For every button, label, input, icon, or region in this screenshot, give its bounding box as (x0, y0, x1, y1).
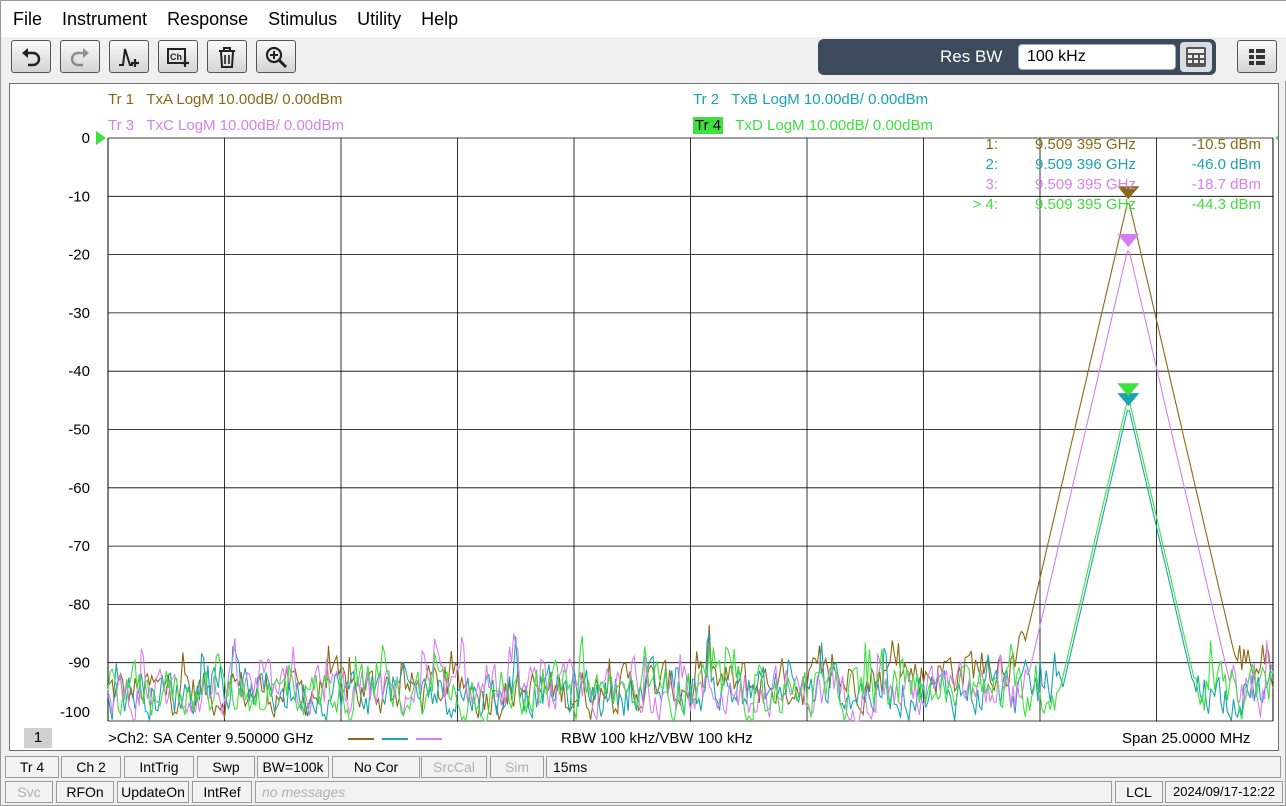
menu-file[interactable]: File (3, 1, 52, 37)
y-tick-label: -90 (68, 655, 90, 672)
zoom-button[interactable] (256, 40, 296, 73)
marker-readout-value: -10.5 dBm (1192, 136, 1261, 153)
trace-color-legend (346, 732, 446, 749)
menu-bar: File Instrument Response Stimulus Utilit… (1, 1, 1286, 37)
marker-readout-value: -18.7 dBm (1192, 176, 1261, 193)
svg-text:Ch: Ch (170, 52, 182, 62)
menu-utility[interactable]: Utility (347, 1, 411, 37)
delete-button[interactable] (207, 40, 247, 73)
add-channel-button[interactable]: Ch (158, 40, 198, 73)
redo-icon (70, 47, 89, 66)
add-channel-icon: Ch (167, 47, 189, 67)
y-tick-label: -30 (68, 305, 90, 322)
y-tick-label: -100 (60, 704, 90, 721)
menu-response[interactable]: Response (157, 1, 258, 37)
spectrum-plot[interactable]: 0 -10 -20 -30 -40 -50 -60 -70 -80 -90 -100 1: 9.509 … (10, 84, 1278, 728)
status-lcl: LCL (1115, 781, 1163, 803)
menu-help[interactable]: Help (411, 1, 468, 37)
y-tick-label: -50 (68, 422, 90, 439)
marker-readout-frequency: 9.509 395 GHz (1035, 176, 1136, 193)
y-tick-label: -70 (68, 538, 90, 555)
marker-readout-label: 2: (985, 156, 998, 173)
list-menu-icon (1249, 48, 1265, 65)
status-messages: no messages (255, 781, 1112, 803)
status-service: Svc (5, 781, 53, 803)
y-tick-label: 0 (82, 130, 90, 147)
status-correction[interactable]: No Cor (332, 756, 420, 778)
zoom-icon (265, 46, 288, 68)
status-active-trace[interactable]: Tr 4 (5, 756, 59, 778)
y-tick-label: -80 (68, 596, 90, 613)
marker-readout-label: 3: (985, 176, 998, 193)
res-bw-label: Res BW (940, 47, 1003, 66)
marker-readout-frequency: 9.509 395 GHz (1035, 196, 1136, 213)
menu-stimulus[interactable]: Stimulus (258, 1, 347, 37)
channel-center-info[interactable]: >Ch2: SA Center 9.50000 GHz (108, 730, 314, 747)
status-sweep[interactable]: Swp (197, 756, 255, 778)
calculator-button[interactable] (1180, 42, 1212, 72)
reference-level-right-icon (1275, 135, 1278, 141)
rbw-vbw-info[interactable]: RBW 100 kHz/VBW 100 kHz (561, 730, 753, 747)
y-tick-label: -60 (68, 480, 90, 497)
marker-triangle (1117, 234, 1140, 248)
res-bw-panel: Res BW (818, 39, 1216, 75)
status-datetime: 2024/09/17-12:22 (1165, 781, 1283, 803)
app-window: File Instrument Response Stimulus Utilit… (0, 0, 1286, 806)
status-int-ref[interactable]: IntRef (192, 781, 252, 803)
channel-number[interactable]: 1 (24, 728, 52, 748)
res-bw-input[interactable] (1018, 44, 1176, 70)
status-sweep-time: 15ms (546, 756, 1281, 778)
measurement-display[interactable]: Tr 1 TxA LogM 10.00dB/ 0.00dBm Tr 3 TxC … (9, 83, 1279, 751)
add-trace-icon (119, 48, 139, 67)
marker-readout-frequency: 9.509 396 GHz (1035, 156, 1136, 173)
y-tick-label: -10 (68, 188, 90, 205)
add-trace-button[interactable] (109, 40, 149, 73)
status-bar-bottom: Svc RFOn UpdateOn IntRef no messages LCL… (1, 780, 1286, 805)
y-tick-label: -20 (68, 247, 90, 264)
marker-readout-frequency: 9.509 395 GHz (1035, 136, 1136, 153)
marker-readout-value: -44.3 dBm (1192, 196, 1261, 213)
span-info[interactable]: Span 25.0000 MHz (1122, 730, 1250, 747)
undo-icon (22, 47, 41, 66)
marker-readout-label: > 4: (973, 196, 998, 213)
status-bandwidth[interactable]: BW=100k (257, 756, 329, 778)
status-update-on[interactable]: UpdateOn (117, 781, 189, 803)
marker-readout-label: 1: (985, 136, 998, 153)
status-rf-on[interactable]: RFOn (56, 781, 114, 803)
calculator-icon (1186, 47, 1206, 67)
marker-readout-value: -46.0 dBm (1192, 156, 1261, 173)
status-active-channel[interactable]: Ch 2 (61, 756, 121, 778)
channel-info-bar: 1 >Ch2: SA Center 9.50000 GHz RBW 100 kH… (10, 728, 1280, 752)
status-sim: Sim (490, 756, 544, 778)
toolbar: Ch Res BW (1, 37, 1286, 81)
redo-button[interactable] (60, 40, 100, 73)
softkey-menu-button[interactable] (1237, 40, 1277, 73)
status-bar-top: Tr 4 Ch 2 IntTrig Swp BW=100k No Cor Src… (1, 755, 1286, 779)
reference-level-left-icon (96, 131, 106, 145)
delete-icon (219, 46, 235, 68)
status-source-cal: SrcCal (421, 756, 487, 778)
status-trigger[interactable]: IntTrig (124, 756, 194, 778)
y-tick-label: -40 (68, 363, 90, 380)
undo-button[interactable] (11, 40, 51, 73)
menu-instrument[interactable]: Instrument (52, 1, 157, 37)
